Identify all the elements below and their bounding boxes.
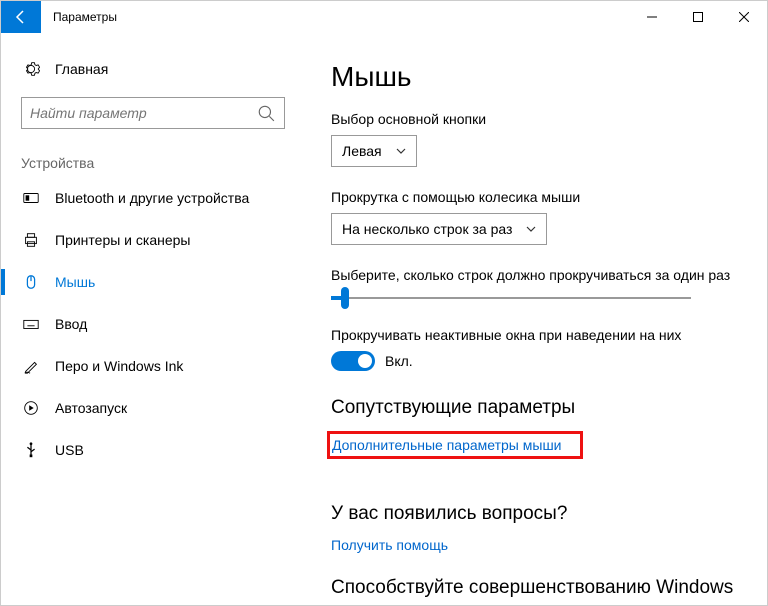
chevron-down-icon	[526, 226, 536, 232]
autoplay-icon	[21, 398, 41, 418]
titlebar: Параметры	[1, 1, 767, 33]
chevron-down-icon	[396, 148, 406, 154]
sidebar-item-label: Мышь	[55, 274, 95, 290]
help-header: У вас появились вопросы?	[331, 503, 747, 525]
sidebar-item-printers[interactable]: Принтеры и сканеры	[13, 219, 293, 261]
page-title: Мышь	[331, 61, 747, 93]
bluetooth-icon	[21, 188, 41, 208]
sidebar-section-label: Устройства	[21, 155, 293, 171]
dropdown-value: На несколько строк за раз	[342, 221, 512, 237]
sidebar-item-mouse[interactable]: Мышь	[13, 261, 293, 303]
slider-line	[331, 297, 691, 299]
sidebar-item-label: Перо и Windows Ink	[55, 358, 183, 374]
minimize-button[interactable]	[629, 1, 675, 33]
primary-button-dropdown[interactable]: Левая	[331, 135, 417, 167]
search-input[interactable]	[30, 105, 256, 121]
search-icon	[256, 103, 276, 123]
window-title: Параметры	[53, 10, 117, 24]
get-help-link[interactable]: Получить помощь	[331, 537, 747, 553]
toggle-state-label: Вкл.	[385, 353, 413, 369]
minimize-icon	[647, 12, 657, 22]
maximize-button[interactable]	[675, 1, 721, 33]
main-panel: Мышь Выбор основной кнопки Левая Прокрут…	[301, 33, 767, 605]
maximize-icon	[693, 12, 703, 22]
inactive-scroll-row: Вкл.	[331, 351, 747, 371]
scroll-lines-slider[interactable]	[331, 291, 691, 305]
sidebar: Главная Устройства Bluetooth и другие ус…	[1, 33, 301, 605]
sidebar-item-label: USB	[55, 442, 84, 458]
dropdown-value: Левая	[342, 143, 382, 159]
content: Главная Устройства Bluetooth и другие ус…	[1, 33, 767, 605]
scroll-lines-label: Выберите, сколько строк должно прокручив…	[331, 267, 747, 283]
sidebar-home[interactable]: Главная	[13, 49, 293, 89]
sidebar-item-autoplay[interactable]: Автозапуск	[13, 387, 293, 429]
sidebar-item-label: Bluetooth и другие устройства	[55, 190, 249, 206]
sidebar-item-label: Автозапуск	[55, 400, 127, 416]
arrow-left-icon	[13, 9, 29, 25]
highlighted-box: Дополнительные параметры мыши	[327, 431, 583, 459]
search-box[interactable]	[21, 97, 285, 129]
additional-mouse-options-link[interactable]: Дополнительные параметры мыши	[332, 437, 562, 453]
sidebar-item-typing[interactable]: Ввод	[13, 303, 293, 345]
usb-icon	[21, 440, 41, 460]
scroll-mode-dropdown[interactable]: На несколько строк за раз	[331, 213, 547, 245]
scroll-mode-label: Прокрутка с помощью колесика мыши	[331, 189, 747, 205]
sidebar-item-pen[interactable]: Перо и Windows Ink	[13, 345, 293, 387]
inactive-scroll-label: Прокручивать неактивные окна при наведен…	[331, 327, 747, 343]
slider-thumb[interactable]	[341, 287, 349, 309]
mouse-icon	[21, 272, 41, 292]
close-button[interactable]	[721, 1, 767, 33]
pen-icon	[21, 356, 41, 376]
sidebar-item-bluetooth[interactable]: Bluetooth и другие устройства	[13, 177, 293, 219]
primary-button-label: Выбор основной кнопки	[331, 111, 747, 127]
cutoff-text: Способствуйте совершенствованию Windows	[331, 577, 747, 599]
window-controls	[629, 1, 767, 33]
sidebar-item-label: Принтеры и сканеры	[55, 232, 190, 248]
sidebar-item-label: Ввод	[55, 316, 87, 332]
sidebar-home-label: Главная	[55, 61, 108, 77]
sidebar-item-usb[interactable]: USB	[13, 429, 293, 471]
inactive-scroll-toggle[interactable]	[331, 351, 375, 371]
keyboard-icon	[21, 314, 41, 334]
printer-icon	[21, 230, 41, 250]
close-icon	[739, 12, 749, 22]
back-button[interactable]	[1, 1, 41, 33]
related-settings-header: Сопутствующие параметры	[331, 397, 747, 419]
gear-icon	[21, 59, 41, 79]
